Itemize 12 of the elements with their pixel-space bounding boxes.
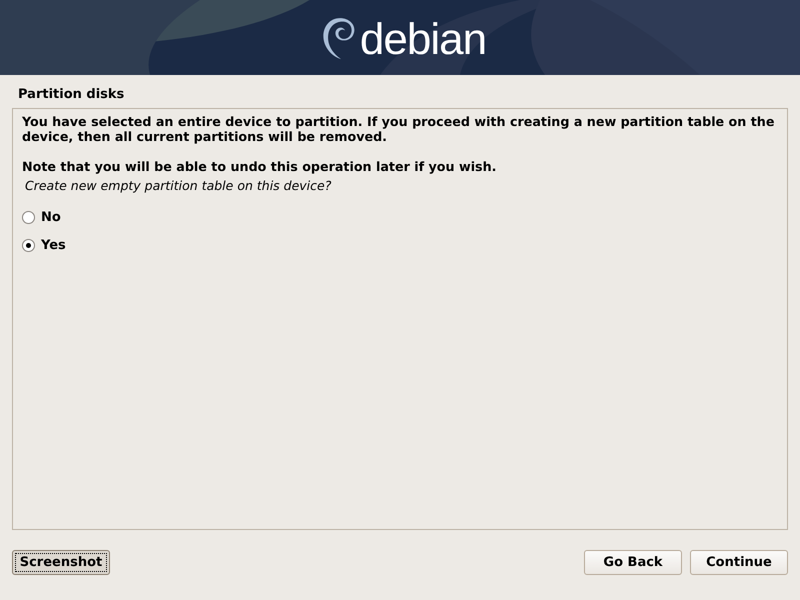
continue-button[interactable]: Continue xyxy=(690,550,788,575)
paragraph: You have selected an entire device to partition. If you proceed with creating a new partition table on the device, then all current partitions will be removed. xyxy=(22,114,776,144)
paragraph: Note that you will be able to undo this operation later if you wish. xyxy=(22,159,498,174)
radio-button[interactable] xyxy=(22,238,35,252)
radio-label[interactable]: Yes xyxy=(41,238,66,252)
question-text: Create new empty partition table on this device? xyxy=(25,178,332,193)
radio-button[interactable] xyxy=(22,210,35,224)
back-button[interactable]: Go Back xyxy=(584,550,682,575)
logo-text: debian xyxy=(360,14,486,64)
screenshot-button[interactable]: Screenshot xyxy=(12,550,110,575)
page-title: Partition disks xyxy=(17,86,126,104)
radio-label[interactable]: No xyxy=(41,210,61,224)
